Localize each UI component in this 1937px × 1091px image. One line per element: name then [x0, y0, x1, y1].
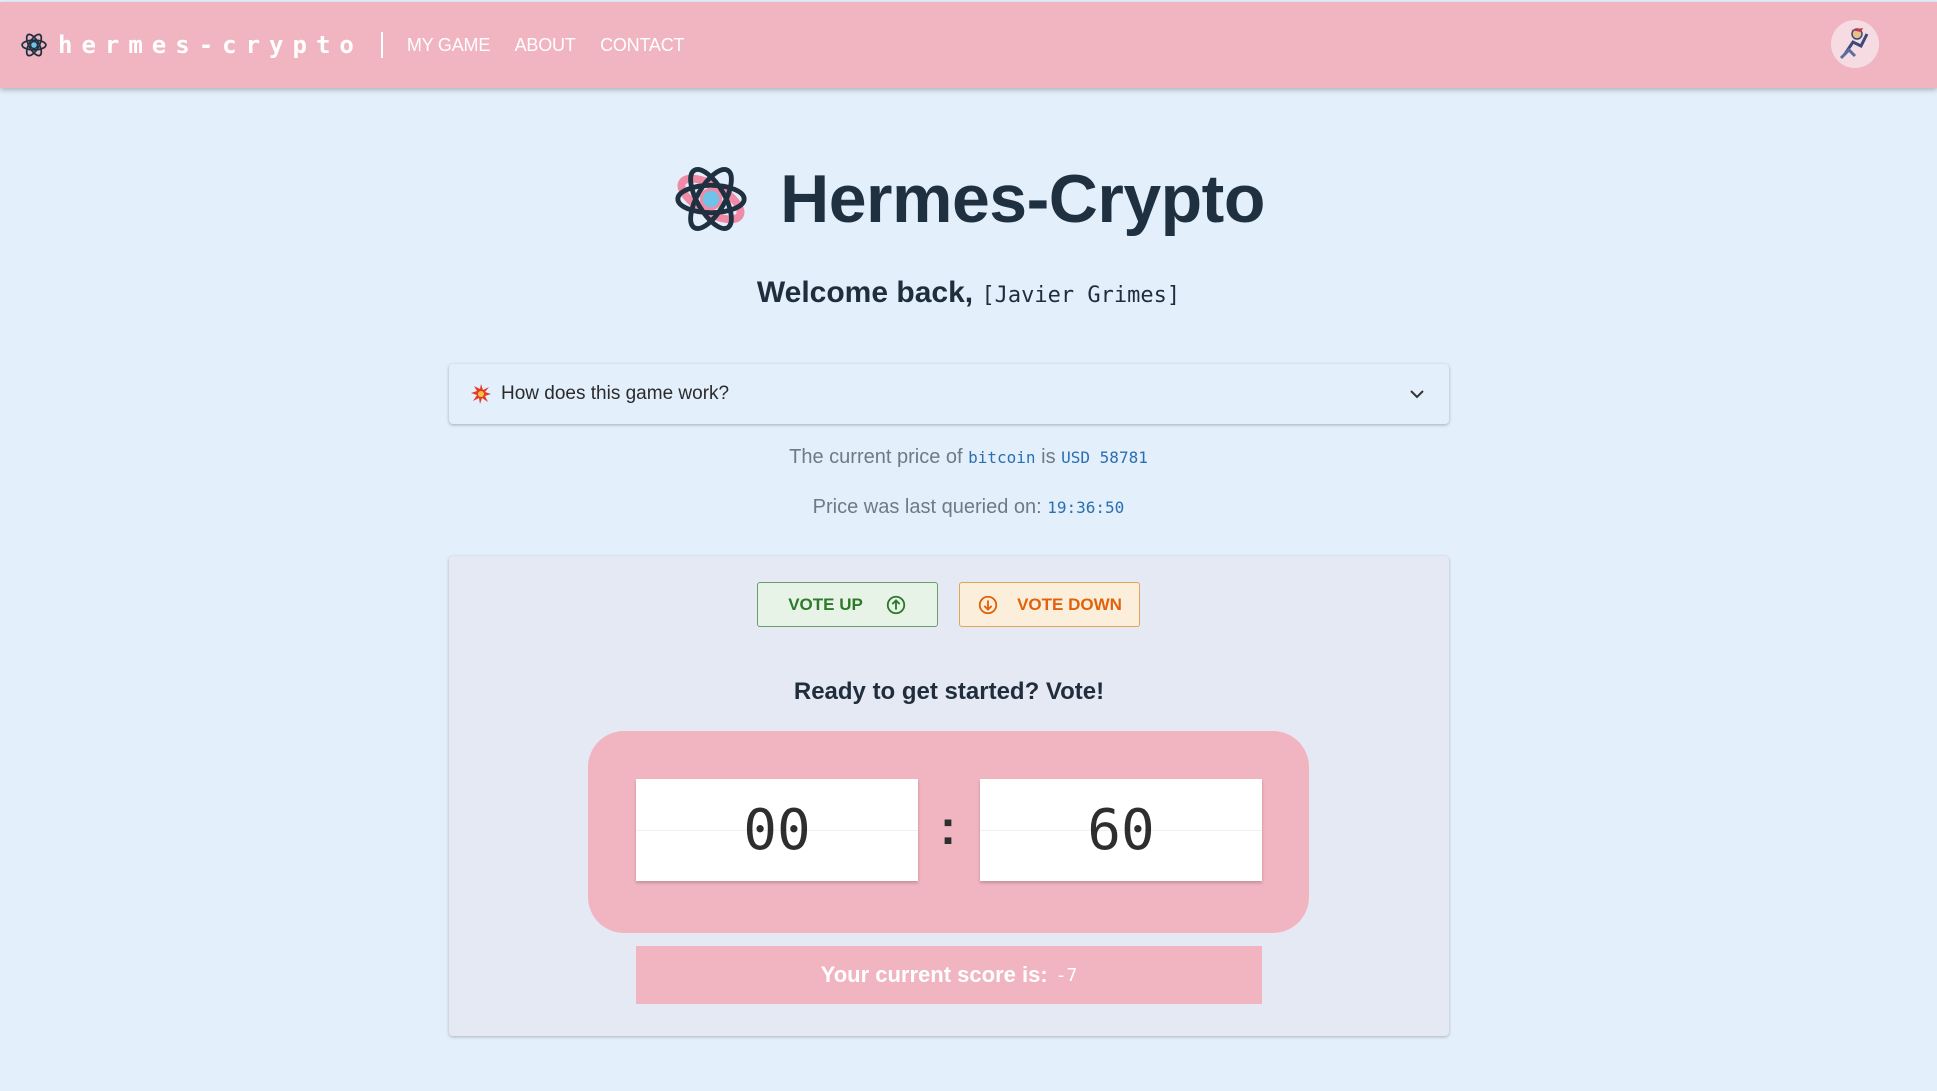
chevron-down-icon[interactable] — [1407, 384, 1427, 404]
price-middle: is — [1041, 446, 1056, 468]
timer-minutes: 00 — [636, 779, 918, 881]
nav-my-game[interactable]: MY GAME — [407, 35, 490, 55]
price-value: USD 58781 — [1061, 448, 1148, 467]
avatar-image — [1831, 20, 1879, 68]
welcome-greeting: Welcome back, — [756, 276, 974, 309]
user-avatar[interactable] — [1831, 20, 1879, 68]
faq-question: How does this game work? — [501, 383, 730, 404]
last-queried: Price was last queried on: 19:36:50 — [0, 496, 1937, 519]
coin-name: bitcoin — [968, 448, 1036, 467]
vote-up-label: VOTE UP — [788, 594, 863, 614]
nav-divider — [380, 32, 383, 58]
brand[interactable]: hermes-crypto — [20, 31, 363, 59]
main-nav: MY GAME ABOUT CONTACT — [407, 35, 704, 56]
score-banner: Your current score is: -7 — [636, 946, 1262, 1004]
query-prefix: Price was last queried on: — [812, 496, 1042, 518]
nav-about[interactable]: ABOUT — [515, 35, 576, 55]
countdown-timer: 00 : 60 — [588, 731, 1309, 933]
username: [Javier Grimes] — [981, 283, 1181, 308]
arrow-down-circle-icon — [978, 595, 998, 614]
atom-logo-icon — [21, 33, 47, 57]
vote-down-label: VOTE DOWN — [1017, 594, 1122, 614]
query-time: 19:36:50 — [1047, 498, 1125, 517]
score-value: -7 — [1055, 964, 1078, 986]
game-panel: VOTE UP VOTE DOWN Ready to get started? … — [449, 556, 1449, 1036]
top-navbar: hermes-crypto MY GAME ABOUT CONTACT — [0, 2, 1937, 88]
price-prefix: The current price of — [789, 446, 963, 468]
welcome-message: Welcome back, [Javier Grimes] — [0, 276, 1937, 310]
faq-accordion[interactable]: How does this game work? — [449, 364, 1449, 424]
vote-down-button[interactable]: VOTE DOWN — [959, 582, 1140, 627]
burst-icon — [471, 384, 491, 404]
timer-separator: : — [940, 802, 956, 855]
atom-logo-icon — [675, 167, 747, 231]
page-title: Hermes-Crypto — [780, 161, 1265, 237]
current-price: The current price of bitcoin is USD 5878… — [0, 446, 1937, 469]
timer-seconds: 60 — [980, 779, 1262, 881]
status-message: Ready to get started? Vote! — [793, 678, 1105, 705]
score-label: Your current score is: — [820, 962, 1048, 987]
arrow-up-circle-icon — [886, 595, 905, 614]
brand-name: hermes-crypto — [58, 31, 363, 59]
vote-up-button[interactable]: VOTE UP — [757, 582, 938, 627]
hero: Hermes-Crypto — [0, 160, 1937, 238]
nav-contact[interactable]: CONTACT — [600, 35, 684, 55]
